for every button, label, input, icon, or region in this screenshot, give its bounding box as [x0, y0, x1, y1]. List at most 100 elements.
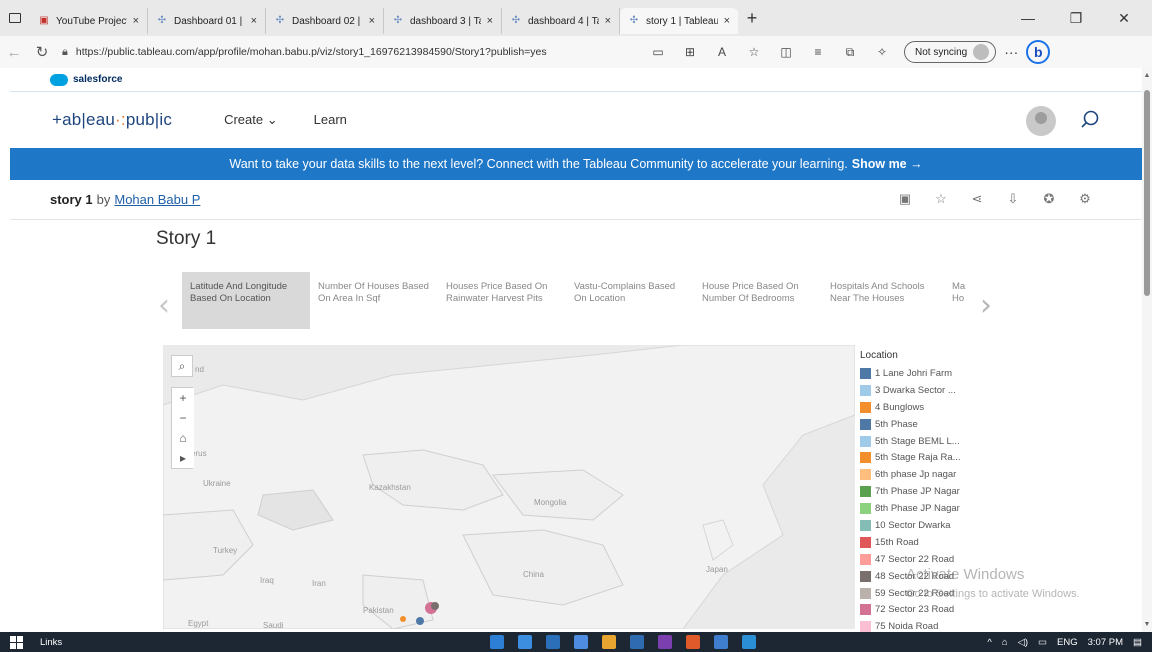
zoom-in-button[interactable]: + — [172, 388, 194, 408]
copilot-icon[interactable]: b — [1026, 40, 1051, 64]
browser-tab-story-1[interactable]: ✣ story 1 | Tableau Publi × — [620, 8, 738, 34]
search-icon[interactable] — [1078, 108, 1102, 132]
user-avatar[interactable] — [1026, 106, 1056, 136]
settings-gear-icon[interactable]: ⚙ — [1076, 190, 1094, 208]
legend-item[interactable]: 5th Stage BEML L... — [860, 433, 980, 450]
legend-item[interactable]: 1 Lane Johri Farm — [860, 365, 980, 382]
vertical-scrollbar[interactable]: ▲ ▼ — [1142, 68, 1152, 632]
scroll-up-icon[interactable]: ▲ — [1142, 72, 1152, 79]
favorite-icon[interactable]: ☆ — [932, 190, 950, 208]
favorites-list-icon[interactable]: ≡ — [802, 45, 834, 59]
story-point-1[interactable]: Latitude And Longitude Based On Location — [182, 272, 310, 329]
volume-icon[interactable]: ◁) — [1018, 637, 1028, 648]
window-close-icon[interactable]: ✕ — [1104, 0, 1144, 36]
share-icon[interactable]: ⋖ — [968, 190, 986, 208]
store-icon[interactable] — [546, 635, 560, 649]
notifications-icon[interactable]: ▤ — [1133, 637, 1142, 648]
extensions-icon[interactable]: ✧ — [866, 45, 898, 59]
legend-item[interactable]: 72 Sector 23 Road — [860, 601, 980, 618]
show-me-link[interactable]: Show me → — [852, 157, 923, 171]
chevron-up-icon[interactable]: ^ — [987, 637, 991, 648]
tab-actions-icon[interactable] — [0, 0, 30, 36]
close-icon[interactable]: × — [133, 15, 139, 27]
network-icon[interactable]: ⌂ — [1002, 637, 1008, 648]
story-point-4[interactable]: Vastu-Complains Based On Location — [566, 272, 694, 329]
app-icon[interactable] — [658, 635, 672, 649]
legend-item[interactable]: 7th Phase JP Nagar — [860, 483, 980, 500]
windows-start-icon[interactable] — [10, 635, 32, 649]
links-toolbar[interactable]: Links — [40, 637, 62, 648]
legend-item[interactable]: 5th Phase — [860, 416, 980, 433]
legend-item[interactable]: 4 Bunglows — [860, 399, 980, 416]
legend-item[interactable]: 15th Road — [860, 534, 980, 551]
map-point[interactable] — [416, 617, 424, 625]
back-icon[interactable]: ← — [0, 44, 28, 61]
legend-label: 3 Dwarka Sector ... — [875, 384, 956, 396]
app-grid-icon[interactable]: ⊞ — [674, 45, 706, 59]
sync-profile-button[interactable]: Not syncing — [904, 41, 997, 63]
map-point[interactable] — [400, 616, 406, 622]
browser-tab-dashboard-4[interactable]: ✣ dashboard 4 | Tableau × — [502, 8, 620, 34]
collections-icon[interactable]: ⧉ — [834, 45, 866, 60]
legend-item[interactable]: 10 Sector Dwarka — [860, 517, 980, 534]
home-icon[interactable]: ⌂ — [172, 428, 194, 448]
expand-toolbar-icon[interactable]: ▸ — [172, 448, 194, 468]
clock[interactable]: 3:07 PM — [1088, 637, 1123, 648]
legend-item[interactable]: 5th Stage Raja Ra... — [860, 449, 980, 466]
file-explorer-icon[interactable] — [518, 635, 532, 649]
screen-cast-icon[interactable]: ▭ — [642, 45, 674, 59]
edge-icon[interactable] — [490, 635, 504, 649]
map-point[interactable] — [431, 602, 439, 610]
salesforce-logo[interactable]: salesforce — [50, 73, 122, 86]
mail-icon[interactable] — [574, 635, 588, 649]
url-field[interactable]: 🔒︎ https://public.tableau.com/app/profil… — [62, 46, 622, 59]
story-point-7[interactable]: Ma Ho — [950, 272, 972, 329]
firefox-icon[interactable] — [686, 635, 700, 649]
chevron-left-icon[interactable]: ‹ — [158, 288, 170, 323]
story-point-2[interactable]: Number Of Houses Based On Area In Sqf — [310, 272, 438, 329]
restore-icon[interactable]: ❐ — [1056, 0, 1096, 36]
vscode-icon[interactable] — [630, 635, 644, 649]
scroll-down-icon[interactable]: ▼ — [1142, 621, 1152, 628]
minimize-icon[interactable]: — — [1008, 0, 1048, 36]
read-aloud-icon[interactable]: A — [706, 45, 738, 59]
more-icon[interactable]: ··· — [996, 44, 1026, 60]
browser-tab-dashboard-01[interactable]: ✣ Dashboard 01 | Tablea × — [148, 8, 266, 34]
download-icon[interactable]: ⇩ — [1004, 190, 1022, 208]
location-map[interactable]: nd erus Ukraine Kazakhstan Mongolia Turk… — [163, 345, 855, 629]
close-icon[interactable]: × — [487, 15, 493, 27]
chevron-right-icon[interactable]: › — [980, 288, 992, 323]
vlc-icon[interactable] — [602, 635, 616, 649]
legend-item[interactable]: 6th phase Jp nagar — [860, 466, 980, 483]
close-icon[interactable]: × — [251, 15, 257, 27]
map-label: China — [523, 570, 544, 579]
keyboard-icon[interactable]: ▭ — [1038, 637, 1047, 648]
close-icon[interactable]: × — [369, 15, 375, 27]
zoom-out-button[interactable]: − — [172, 408, 194, 428]
author-link[interactable]: Mohan Babu P — [114, 192, 200, 207]
split-screen-icon[interactable]: ◫ — [770, 45, 802, 59]
create-menu[interactable]: Create ⌄ — [224, 112, 278, 128]
legend-item[interactable]: 3 Dwarka Sector ... — [860, 382, 980, 399]
tableau-public-logo[interactable]: +ab|eau·:pub|ic — [52, 110, 172, 130]
close-icon[interactable]: × — [724, 15, 730, 27]
map-search-icon[interactable]: ⌕ — [171, 355, 193, 377]
learn-link[interactable]: Learn — [314, 112, 347, 128]
browser-tab-dashboard-3[interactable]: ✣ dashboard 3 | Tableau × — [384, 8, 502, 34]
language-indicator[interactable]: ENG — [1057, 637, 1078, 648]
story-point-5[interactable]: House Price Based On Number Of Bedrooms — [694, 272, 822, 329]
browser-tab-dashboard-02[interactable]: ✣ Dashboard 02 | Tablea × — [266, 8, 384, 34]
scrollbar-thumb[interactable] — [1144, 90, 1150, 296]
mobile-view-icon[interactable]: ▣ — [896, 190, 914, 208]
refresh-icon[interactable]: ↻ — [28, 43, 56, 61]
badge-icon[interactable]: ✪ — [1040, 190, 1058, 208]
app-icon[interactable] — [742, 635, 756, 649]
app-icon[interactable] — [714, 635, 728, 649]
story-point-3[interactable]: Houses Price Based On Rainwater Harvest … — [438, 272, 566, 329]
favorite-star-icon[interactable]: ☆ — [738, 45, 770, 59]
new-tab-button[interactable]: + — [738, 8, 766, 29]
browser-tab-youtube[interactable]: ▣ YouTube Project III B.S × — [30, 8, 148, 34]
close-icon[interactable]: × — [605, 15, 611, 27]
legend-item[interactable]: 8th Phase JP Nagar — [860, 500, 980, 517]
story-point-6[interactable]: Hospitals And Schools Near The Houses — [822, 272, 950, 329]
